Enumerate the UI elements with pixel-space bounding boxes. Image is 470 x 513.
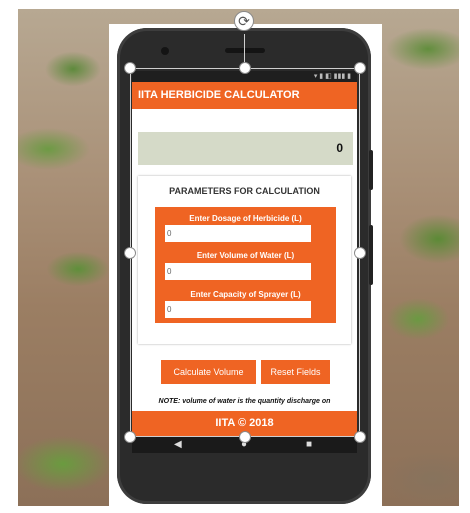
earpiece-speaker [225, 48, 265, 53]
phone-screen: ▾ ▮ ◧ ▮▮▮ ▮ IITA HERBICIDE CALCULATOR 0 … [132, 71, 357, 438]
parameters-heading: PARAMETERS FOR CALCULATION [169, 186, 320, 196]
back-icon[interactable]: ◀ [174, 438, 182, 452]
power-button [369, 150, 373, 190]
resize-handle-bottom-left[interactable] [124, 431, 136, 443]
resize-handle-left[interactable] [124, 247, 136, 259]
rotate-handle-icon[interactable]: ⟳ [234, 11, 254, 31]
resize-handle-bottom-right[interactable] [354, 431, 366, 443]
reset-fields-button[interactable]: Reset Fields [261, 360, 330, 384]
water-volume-label: Enter Volume of Water (L) [196, 251, 295, 260]
resize-handle-top-left[interactable] [124, 62, 136, 74]
water-volume-input[interactable] [165, 263, 311, 280]
volume-button [369, 225, 373, 285]
input-panel: Enter Dosage of Herbicide (L) Enter Volu… [155, 207, 336, 323]
resize-handle-top-right[interactable] [354, 62, 366, 74]
resize-handle-top[interactable] [239, 62, 251, 74]
recents-icon[interactable]: ■ [306, 438, 312, 452]
sprayer-capacity-label: Enter Capacity of Sprayer (L) [190, 290, 301, 299]
resize-handle-right[interactable] [354, 247, 366, 259]
dosage-input[interactable] [165, 225, 311, 242]
sprayer-capacity-input[interactable] [165, 301, 311, 318]
result-display: 0 [138, 132, 353, 165]
front-camera-icon [161, 47, 169, 55]
parameters-card: PARAMETERS FOR CALCULATION Enter Dosage … [138, 176, 351, 344]
note-text: NOTE: volume of water is the quantity di… [158, 398, 331, 405]
dosage-label: Enter Dosage of Herbicide (L) [189, 214, 302, 223]
calculate-volume-button[interactable]: Calculate Volume [161, 360, 256, 384]
resize-handle-bottom[interactable] [239, 431, 251, 443]
app-title-bar: IITA HERBICIDE CALCULATOR [132, 82, 357, 109]
app-title: IITA HERBICIDE CALCULATOR [138, 89, 300, 101]
